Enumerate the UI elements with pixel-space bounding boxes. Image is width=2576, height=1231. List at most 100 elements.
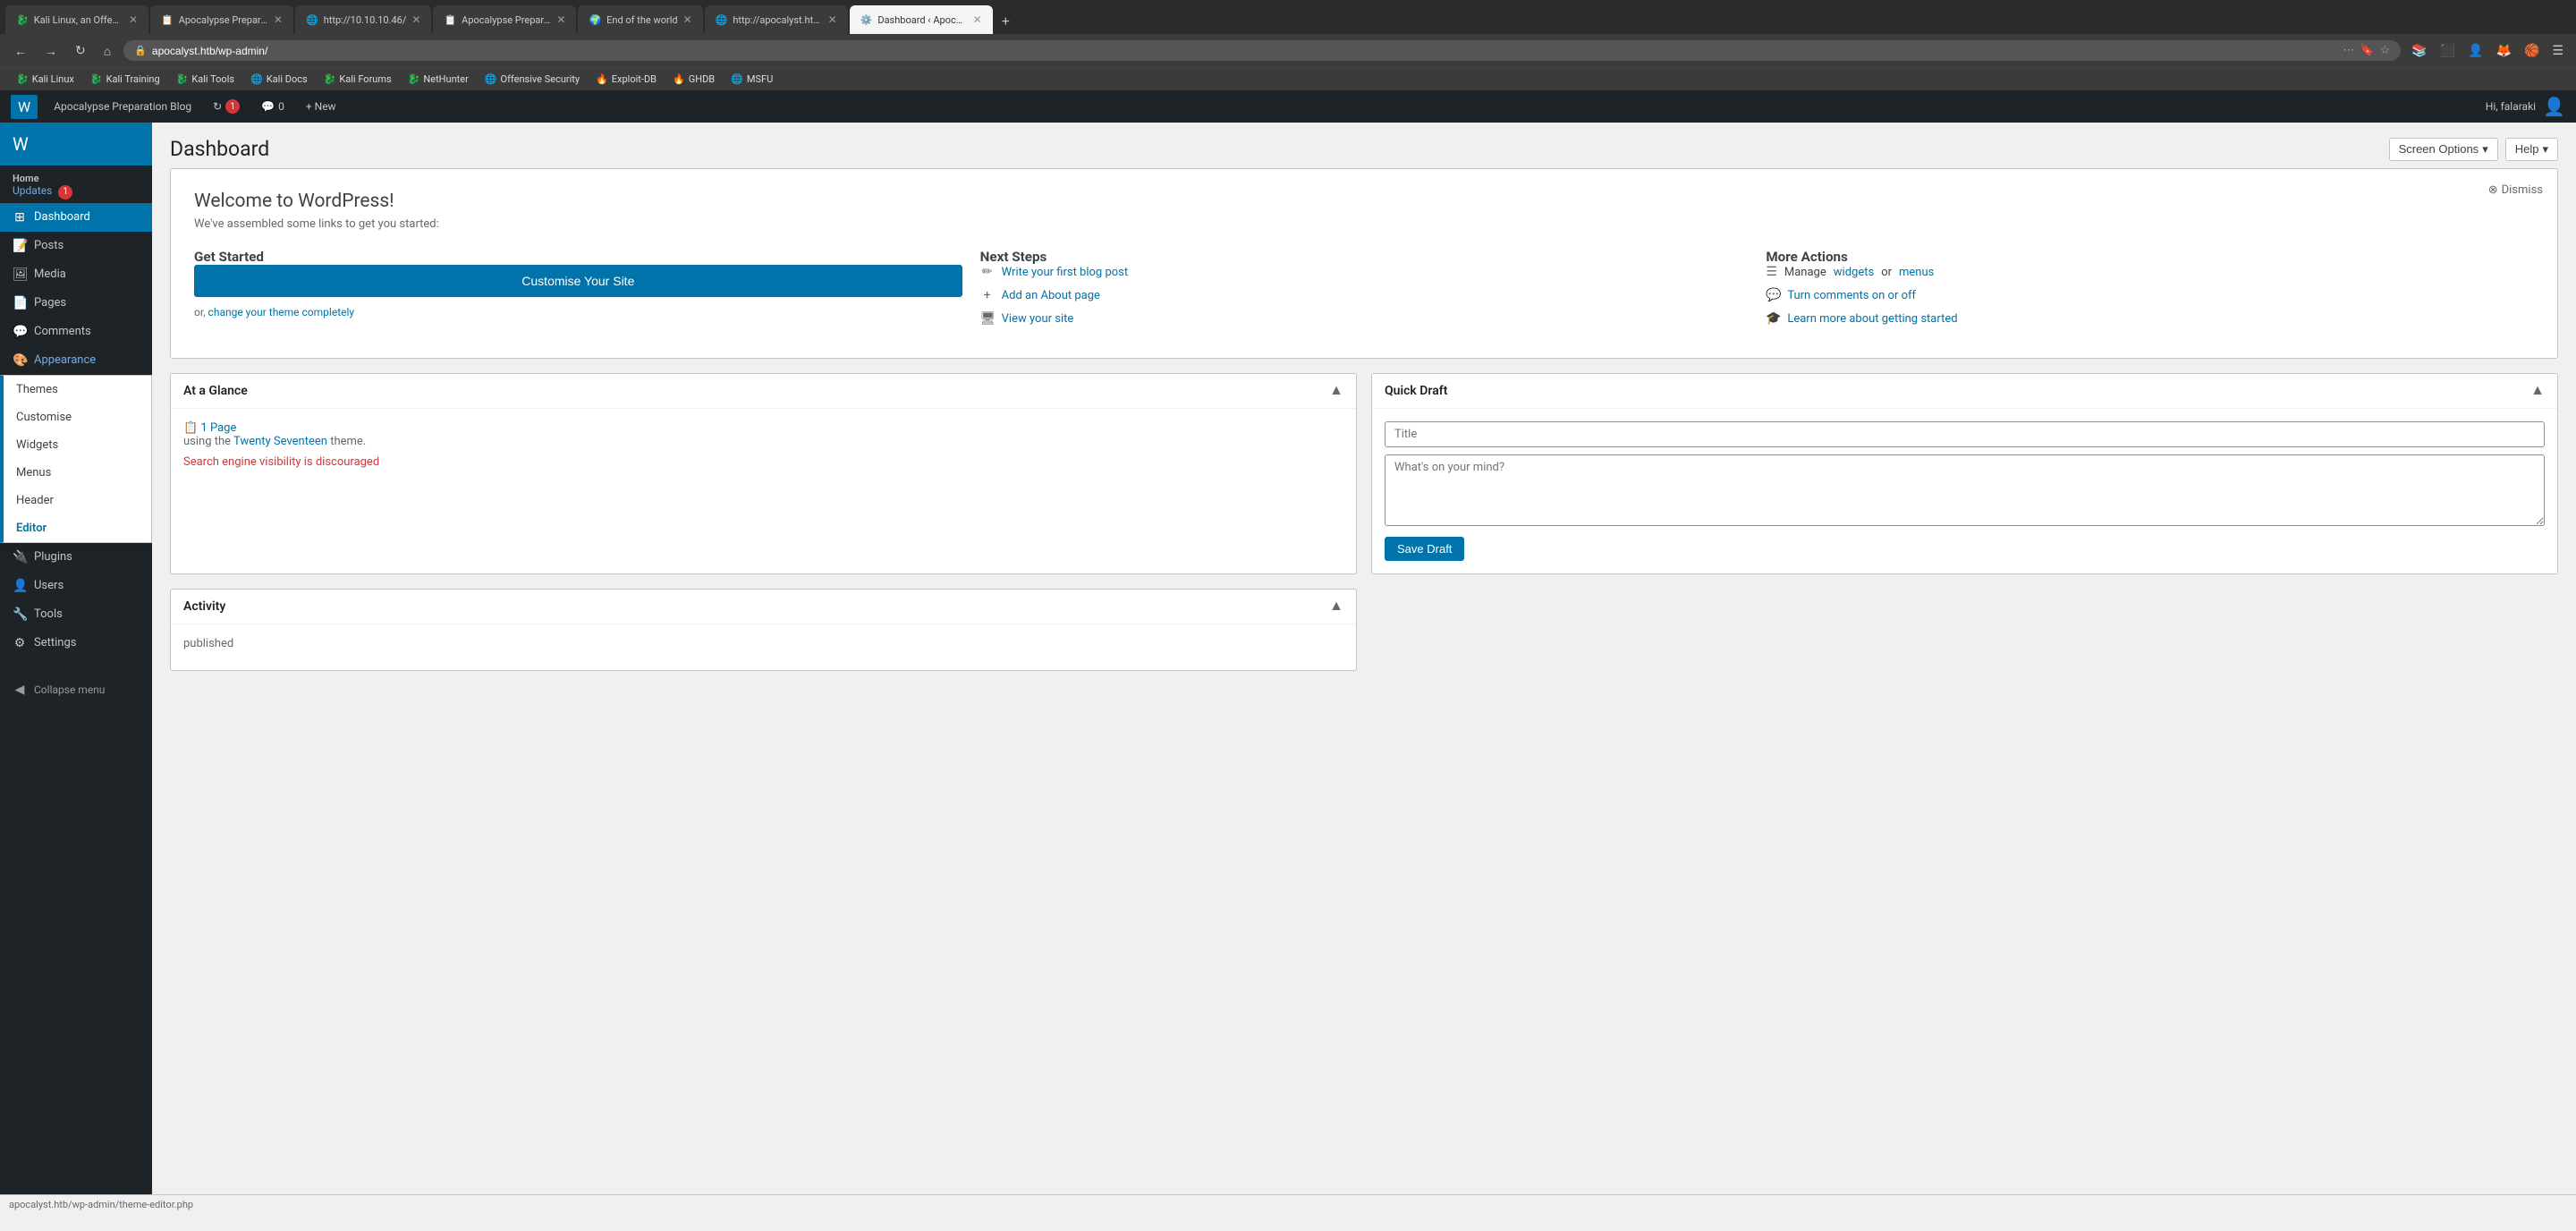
- bookmark-kali-docs[interactable]: 🌐 Kali Docs: [243, 71, 315, 88]
- tab-4[interactable]: 📋 Apocalypse Preparation B ✕: [433, 5, 576, 34]
- appearance-editor[interactable]: Editor: [4, 514, 151, 542]
- theme-text: using the Twenty Seventeen theme.: [183, 435, 1343, 448]
- exploit-db-icon: 🔥: [596, 73, 608, 85]
- write-blog-post-link[interactable]: ✏ Write your first blog post: [980, 265, 1749, 279]
- activity-toggle[interactable]: ▲: [1329, 599, 1343, 615]
- tab-7-close[interactable]: ✕: [973, 13, 982, 26]
- appearance-widgets[interactable]: Widgets: [4, 431, 151, 459]
- save-draft-button[interactable]: Save Draft: [1385, 537, 1464, 561]
- draft-title-input[interactable]: [1385, 421, 2545, 447]
- sync-button[interactable]: ⬛: [2436, 41, 2459, 60]
- sidebar-item-media[interactable]: 🖼 Media: [0, 260, 152, 289]
- tab-3-close[interactable]: ✕: [411, 13, 420, 26]
- tab-2[interactable]: 📋 Apocalypse Preparation B ✕: [150, 5, 293, 34]
- profile-button[interactable]: 👤: [2464, 41, 2487, 60]
- kali-linux-icon: 🐉: [16, 73, 29, 85]
- tab-6-close[interactable]: ✕: [828, 13, 837, 26]
- updates-item[interactable]: ↻ 1: [208, 99, 245, 114]
- address-input[interactable]: [152, 45, 2338, 57]
- view-site-link[interactable]: 🖥 View your site: [980, 311, 1749, 326]
- browser-actions: 📚 ⬛ 👤 🦊 🏀 ☰: [2408, 41, 2567, 60]
- tab-6[interactable]: 🌐 http://apocalyst.htb/Right ✕: [705, 5, 848, 34]
- tab-1-close[interactable]: ✕: [129, 13, 138, 26]
- activity-header: Activity ▲: [171, 590, 1356, 624]
- bookmark-ghdb[interactable]: 🔥 GHDB: [665, 71, 722, 88]
- getting-started-link[interactable]: 🎓 Learn more about getting started: [1766, 311, 2534, 326]
- pages-count-link[interactable]: 1 Page: [200, 421, 236, 435]
- theme-link[interactable]: Twenty Seventeen: [233, 435, 330, 448]
- basketball-button[interactable]: 🏀: [2521, 41, 2543, 60]
- at-a-glance-toggle[interactable]: ▲: [1329, 383, 1343, 399]
- dismiss-button[interactable]: ⊗ Dismiss: [2488, 183, 2543, 197]
- sidebar-item-posts[interactable]: 📝 Posts: [0, 232, 152, 260]
- back-button[interactable]: ←: [9, 40, 32, 62]
- sidebar-item-dashboard[interactable]: ⊞ Dashboard: [0, 203, 152, 232]
- library-button[interactable]: 📚: [2408, 41, 2430, 60]
- site-name-item[interactable]: Apocalypse Preparation Blog: [48, 100, 197, 113]
- sidebar-item-users[interactable]: 👤 Users: [0, 572, 152, 600]
- appearance-customise[interactable]: Customise: [4, 403, 151, 431]
- comments-menu-icon: 💬: [13, 325, 27, 339]
- dashboard-icon: ⊞: [13, 210, 27, 225]
- menus-link[interactable]: menus: [1899, 266, 1934, 279]
- nethunter-icon: 🐉: [408, 73, 420, 85]
- sidebar-item-plugins[interactable]: 🔌 Plugins: [0, 543, 152, 572]
- new-item[interactable]: + New: [301, 100, 342, 113]
- bookmark-offensive-security[interactable]: 🌐 Offensive Security: [478, 71, 587, 88]
- tab-2-close[interactable]: ✕: [274, 13, 283, 26]
- widgets-link[interactable]: widgets: [1834, 266, 1874, 279]
- appearance-menus[interactable]: Menus: [4, 459, 151, 487]
- turn-comments-link[interactable]: 💬 Turn comments on or off: [1766, 288, 2534, 302]
- tab-5[interactable]: 🌍 End of the world ✕: [578, 5, 702, 34]
- appearance-header[interactable]: Header: [4, 487, 151, 514]
- bookmark-exploit-db-label: Exploit-DB: [612, 73, 657, 85]
- sidebar-collapse-menu[interactable]: ◀ Collapse menu: [0, 675, 152, 704]
- forward-button[interactable]: →: [39, 40, 63, 62]
- bookmark-exploit-db[interactable]: 🔥 Exploit-DB: [589, 71, 664, 88]
- sidebar-media-label: Media: [34, 267, 66, 281]
- settings-icon: ⚙: [13, 636, 27, 650]
- bookmark-kali-linux[interactable]: 🐉 Kali Linux: [9, 71, 81, 88]
- tab-5-close[interactable]: ✕: [683, 13, 692, 26]
- avatar-button[interactable]: 🦊: [2493, 41, 2515, 60]
- comments-item[interactable]: 💬 0: [256, 100, 290, 113]
- tab-4-close[interactable]: ✕: [556, 13, 565, 26]
- help-button[interactable]: Help ▾: [2505, 138, 2558, 161]
- sidebar-item-pages[interactable]: 📄 Pages: [0, 289, 152, 318]
- sidebar-item-settings[interactable]: ⚙ Settings: [0, 629, 152, 658]
- new-tab-button[interactable]: +: [995, 11, 1017, 34]
- tab-4-title: Apocalypse Preparation B: [462, 14, 551, 26]
- appearance-themes[interactable]: Themes: [4, 376, 151, 403]
- bookmark-msfu[interactable]: 🌐 MSFU: [724, 71, 780, 88]
- screen-options-button[interactable]: Screen Options ▾: [2389, 138, 2498, 161]
- tab-7[interactable]: ⚙️ Dashboard ‹ Apocalypse P ✕: [850, 5, 993, 34]
- sidebar-item-tools[interactable]: 🔧 Tools: [0, 600, 152, 629]
- tab-1[interactable]: 🐉 Kali Linux, an Offensive Se ✕: [5, 5, 148, 34]
- wp-logo[interactable]: W: [11, 95, 38, 119]
- bookmark-nethunter[interactable]: 🐉 NetHunter: [401, 71, 476, 88]
- draft-body-input[interactable]: [1385, 454, 2545, 526]
- change-theme-link[interactable]: change your theme completely: [208, 306, 355, 318]
- tab-5-favicon: 🌍: [589, 14, 601, 26]
- site-name-label: Apocalypse Preparation Blog: [54, 100, 191, 113]
- tab-3[interactable]: 🌐 http://10.10.10.46/ ✕: [295, 5, 431, 34]
- reload-button[interactable]: ↻: [70, 39, 91, 62]
- appearance-dropdown: Themes Customise Widgets Menus Header Ed…: [0, 375, 152, 543]
- sidebar-item-comments[interactable]: 💬 Comments: [0, 318, 152, 346]
- home-button[interactable]: ⌂: [98, 40, 116, 62]
- bookmark-kali-tools[interactable]: 🐉 Kali Tools: [169, 71, 242, 88]
- comments-count: 0: [278, 100, 284, 113]
- menu-button[interactable]: ☰: [2548, 41, 2567, 60]
- bookmark-kali-training[interactable]: 🐉 Kali Training: [83, 71, 167, 88]
- add-about-page-link[interactable]: + Add an About page: [980, 288, 1749, 302]
- bookmark-kali-forums[interactable]: 🐉 Kali Forums: [317, 71, 399, 88]
- sidebar-item-appearance[interactable]: 🎨 Appearance: [0, 346, 152, 375]
- quick-draft-toggle[interactable]: ▲: [2530, 383, 2545, 399]
- updates-icon: ↻: [213, 100, 222, 113]
- widgets-icon: ☰: [1766, 265, 1777, 279]
- kali-forums-icon: 🐉: [324, 73, 336, 85]
- address-bar[interactable]: 🔒 ⋯ 🔖 ☆: [123, 40, 2401, 61]
- customise-site-button[interactable]: Customise Your Site: [194, 265, 962, 297]
- tab-7-title: Dashboard ‹ Apocalypse P: [877, 14, 967, 26]
- admin-bar-right: Hi, falaraki 👤: [2486, 96, 2565, 117]
